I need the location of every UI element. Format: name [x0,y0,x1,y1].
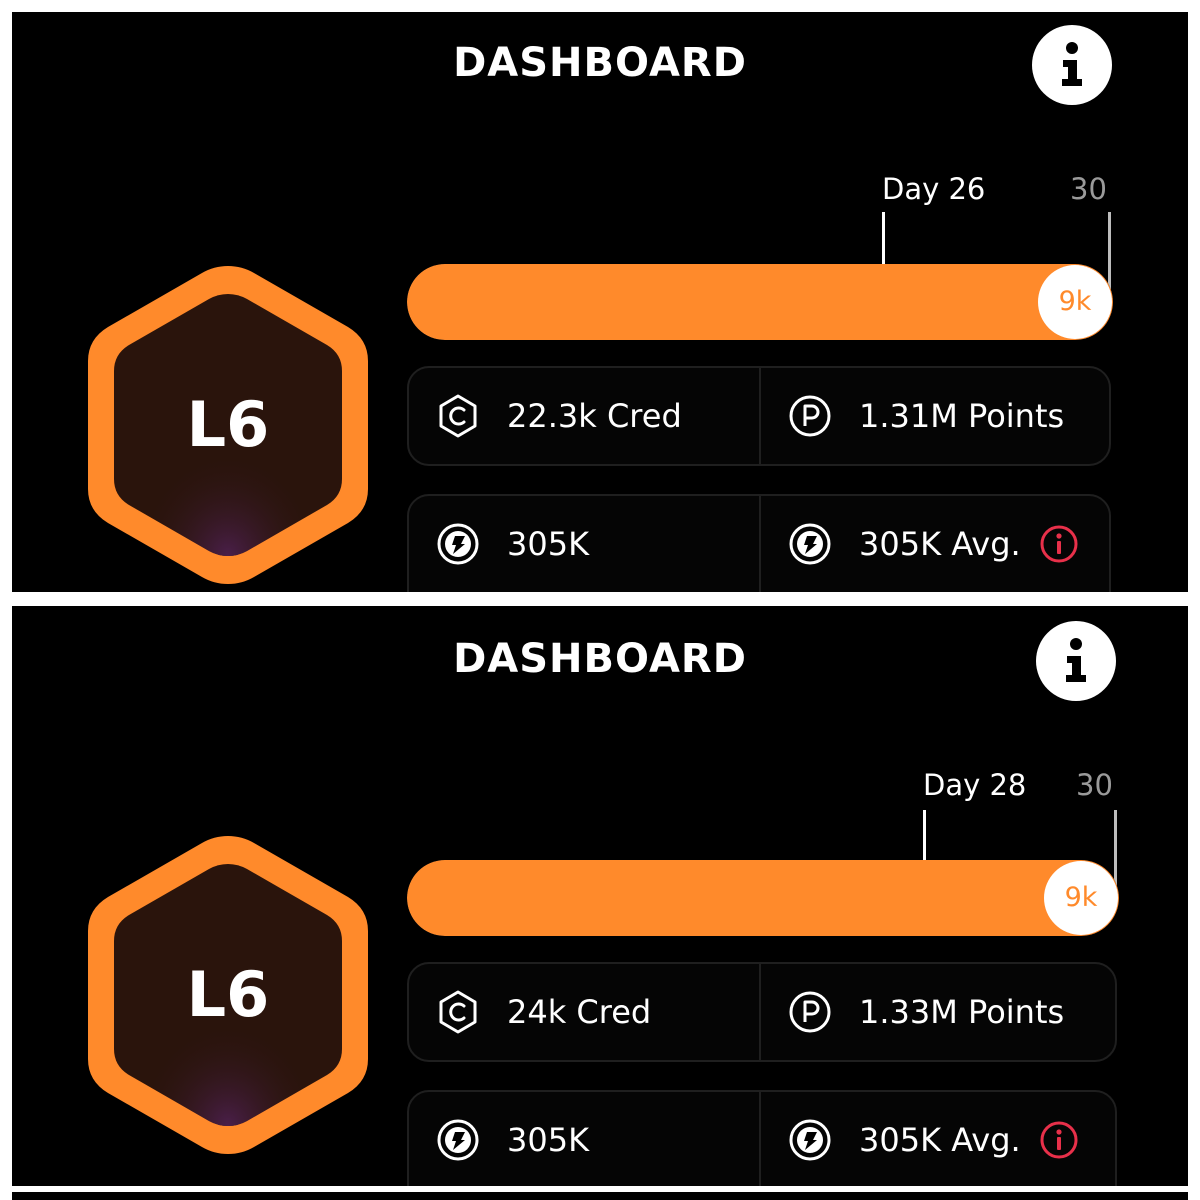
current-day-marker [923,810,926,860]
cred-value: 24k Cred [507,993,652,1031]
cred-value: 22.3k Cred [507,397,682,435]
dashboard-panel: DASHBOARD L6 Day 28 30 9k 24k Cred 1.33M… [12,606,1188,1186]
token-stat: 305K [435,1092,589,1186]
token-coin-icon [789,1119,831,1161]
token-value: 305K [507,525,590,563]
stats-card-top: 24k Cred 1.33M Points [407,962,1117,1062]
divider [759,496,761,592]
token-avg-value: 305K Avg. [859,1121,1021,1159]
level-label: L6 [186,958,270,1031]
current-day-label: Day 28 [923,768,1027,802]
divider [759,964,761,1060]
points-value: 1.31M Points [859,397,1065,435]
cred-coin-icon [439,394,477,438]
token-value: 305K [507,1121,590,1159]
points-stat: 1.33M Points [787,964,1064,1060]
page-title: DASHBOARD [453,636,747,682]
max-day-label: 30 [1070,172,1107,206]
current-day-label: Day 26 [882,172,986,206]
points-coin-icon [789,991,831,1033]
progress-value-badge: 9k [1044,861,1118,935]
divider [759,1092,761,1186]
info-icon [1062,42,1082,86]
token-avg-stat: 305K Avg. [787,1092,1079,1186]
max-day-label: 30 [1076,768,1113,802]
info-warning-icon[interactable] [1039,524,1079,564]
info-icon [1066,638,1086,682]
token-coin-icon [437,1119,479,1161]
level-badge: L6 [82,830,374,1160]
info-warning-icon[interactable] [1039,1120,1079,1160]
progress-bar [407,860,1119,936]
current-day-marker [882,212,885,264]
progress-bar [407,264,1113,340]
token-coin-icon [437,523,479,565]
progress-fill [407,860,1119,936]
info-button[interactable] [1036,621,1116,701]
progress-value-badge: 9k [1038,265,1112,339]
points-coin-icon [789,395,831,437]
info-button[interactable] [1032,25,1112,105]
divider [759,368,761,464]
token-avg-value: 305K Avg. [859,525,1021,563]
cred-stat: 24k Cred [435,964,651,1060]
points-stat: 1.31M Points [787,368,1064,464]
next-panel-edge [12,1192,1188,1200]
points-value: 1.33M Points [859,993,1065,1031]
cred-coin-icon [439,990,477,1034]
level-badge: L6 [82,260,374,590]
stats-card-top: 22.3k Cred 1.31M Points [407,366,1111,466]
cred-stat: 22.3k Cred [435,368,682,464]
dashboard-panel: DASHBOARD L6 Day 26 30 9k 22.3k Cred 1.3… [12,12,1188,592]
stats-card-bottom: 305K 305K Avg. [407,1090,1117,1186]
token-coin-icon [789,523,831,565]
level-label: L6 [186,388,270,461]
token-avg-stat: 305K Avg. [787,496,1079,592]
stats-card-bottom: 305K 305K Avg. [407,494,1111,592]
progress-fill [407,264,1113,340]
token-stat: 305K [435,496,589,592]
page-title: DASHBOARD [453,40,747,86]
